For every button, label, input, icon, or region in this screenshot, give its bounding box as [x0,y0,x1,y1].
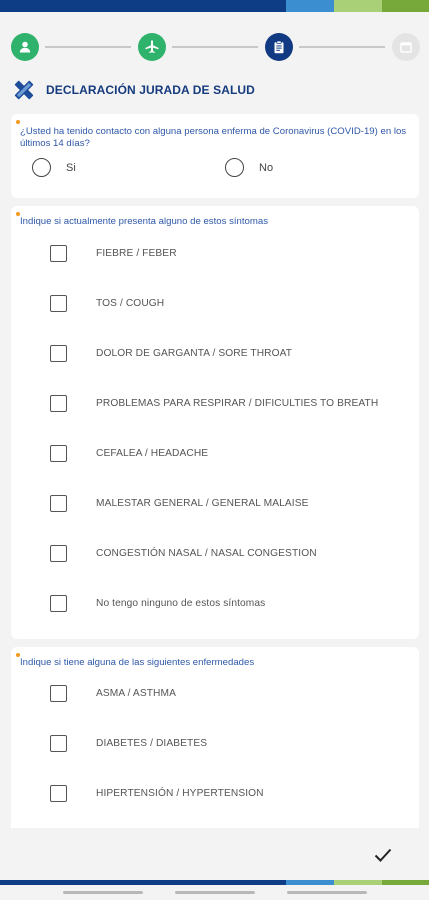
health-cross-logo [14,80,34,100]
contact-question-text: ¿Usted ha tenido contacto con alguna per… [20,126,407,149]
step-personal[interactable] [11,33,39,61]
checkbox-label: DIABETES / DIABETES [96,737,208,749]
airplane-icon [145,40,159,54]
checkbox-label: No tengo ninguno de estos síntomas [96,597,266,609]
radio-si[interactable] [32,158,51,177]
checkbox-label: CEFALEA / HEADACHE [96,447,209,459]
bottom-action-area [0,828,429,880]
checkbox-item-fiebre[interactable]: FIEBRE / FEBER [50,243,177,263]
checkbox[interactable] [50,784,67,802]
checkbox[interactable] [50,394,67,412]
checkmark-icon[interactable] [373,845,393,865]
checkbox[interactable] [50,344,67,362]
radio-si-label: Si [66,161,76,174]
checkbox-item-diabetes[interactable]: DIABETES / DIABETES [50,733,207,753]
stepper-connector [299,46,385,48]
checkbox-item-malestar[interactable]: MALESTAR GENERAL / GENERAL MALAISE [50,493,309,513]
checkbox-item-problemas-respirar[interactable]: PROBLEMAS PARA RESPIRAR / DIFICULTIES TO… [50,393,378,413]
checkbox-label: DOLOR DE GARGANTA / SORE THROAT [96,347,293,359]
clipboard-icon [274,40,284,54]
symptoms-card: Indique si actualmente presenta alguno d… [11,206,419,639]
top-color-bar [0,0,429,12]
contact-question-card: ¿Usted ha tenido contacto con alguna per… [11,114,419,198]
checkbox-item-congestion[interactable]: CONGESTIÓN NASAL / NASAL CONGESTION [50,543,317,563]
checkbox-label: FIEBRE / FEBER [96,247,177,259]
checkbox-item-ninguno[interactable]: No tengo ninguno de estos síntomas [50,593,265,613]
nav-home-pill[interactable] [175,891,255,894]
step-schedule[interactable] [392,33,420,61]
progress-stepper [11,33,420,61]
checkbox-item-tos[interactable]: TOS / COUGH [50,293,164,313]
checkbox[interactable] [50,244,67,262]
radio-no[interactable] [225,158,244,177]
person-icon [19,41,31,53]
required-dot [16,120,20,124]
radio-option-no[interactable]: No [225,158,273,177]
radio-no-label: No [259,161,274,174]
checkbox-label: CONGESTIÓN NASAL / NASAL CONGESTION [96,547,317,559]
checkbox-label: TOS / COUGH [96,297,165,309]
stepper-connector [172,46,258,48]
page-header: DECLARACIÓN JURADA DE SALUD [12,78,255,102]
symptoms-question-text: Indique si actualmente presenta alguno d… [20,216,268,227]
checkbox[interactable] [50,734,67,752]
checkbox-label: PROBLEMAS PARA RESPIRAR / DIFICULTIES TO… [96,397,379,409]
checkbox[interactable] [50,444,67,462]
page-title: DECLARACIÓN JURADA DE SALUD [46,83,255,97]
calendar-icon [400,42,412,53]
checkbox[interactable] [50,494,67,512]
checkbox[interactable] [50,684,67,702]
diseases-card: Indique si tiene alguna de las siguiente… [11,647,419,837]
stepper-connector [45,46,131,48]
nav-back-pill[interactable] [63,891,143,894]
step-flight[interactable] [138,33,166,61]
nav-recents-pill[interactable] [287,891,367,894]
checkbox-item-dolor-garganta[interactable]: DOLOR DE GARGANTA / SORE THROAT [50,343,292,363]
checkbox-item-asma[interactable]: ASMA / ASTHMA [50,683,176,703]
checkbox-label: HIPERTENSIÓN / HYPERTENSION [96,787,264,799]
step-health[interactable] [265,33,293,61]
system-nav-bar [0,885,429,900]
checkbox-label: ASMA / ASTHMA [96,687,176,699]
checkbox-item-cefalea[interactable]: CEFALEA / HEADACHE [50,443,208,463]
checkbox[interactable] [50,594,67,612]
checkbox-label: MALESTAR GENERAL / GENERAL MALAISE [96,497,309,509]
radio-option-si[interactable]: Si [32,158,76,177]
checkbox-item-hipertension[interactable]: HIPERTENSIÓN / HYPERTENSION [50,783,264,803]
diseases-question-text: Indique si tiene alguna de las siguiente… [20,657,255,668]
checkbox[interactable] [50,544,67,562]
checkbox[interactable] [50,294,67,312]
